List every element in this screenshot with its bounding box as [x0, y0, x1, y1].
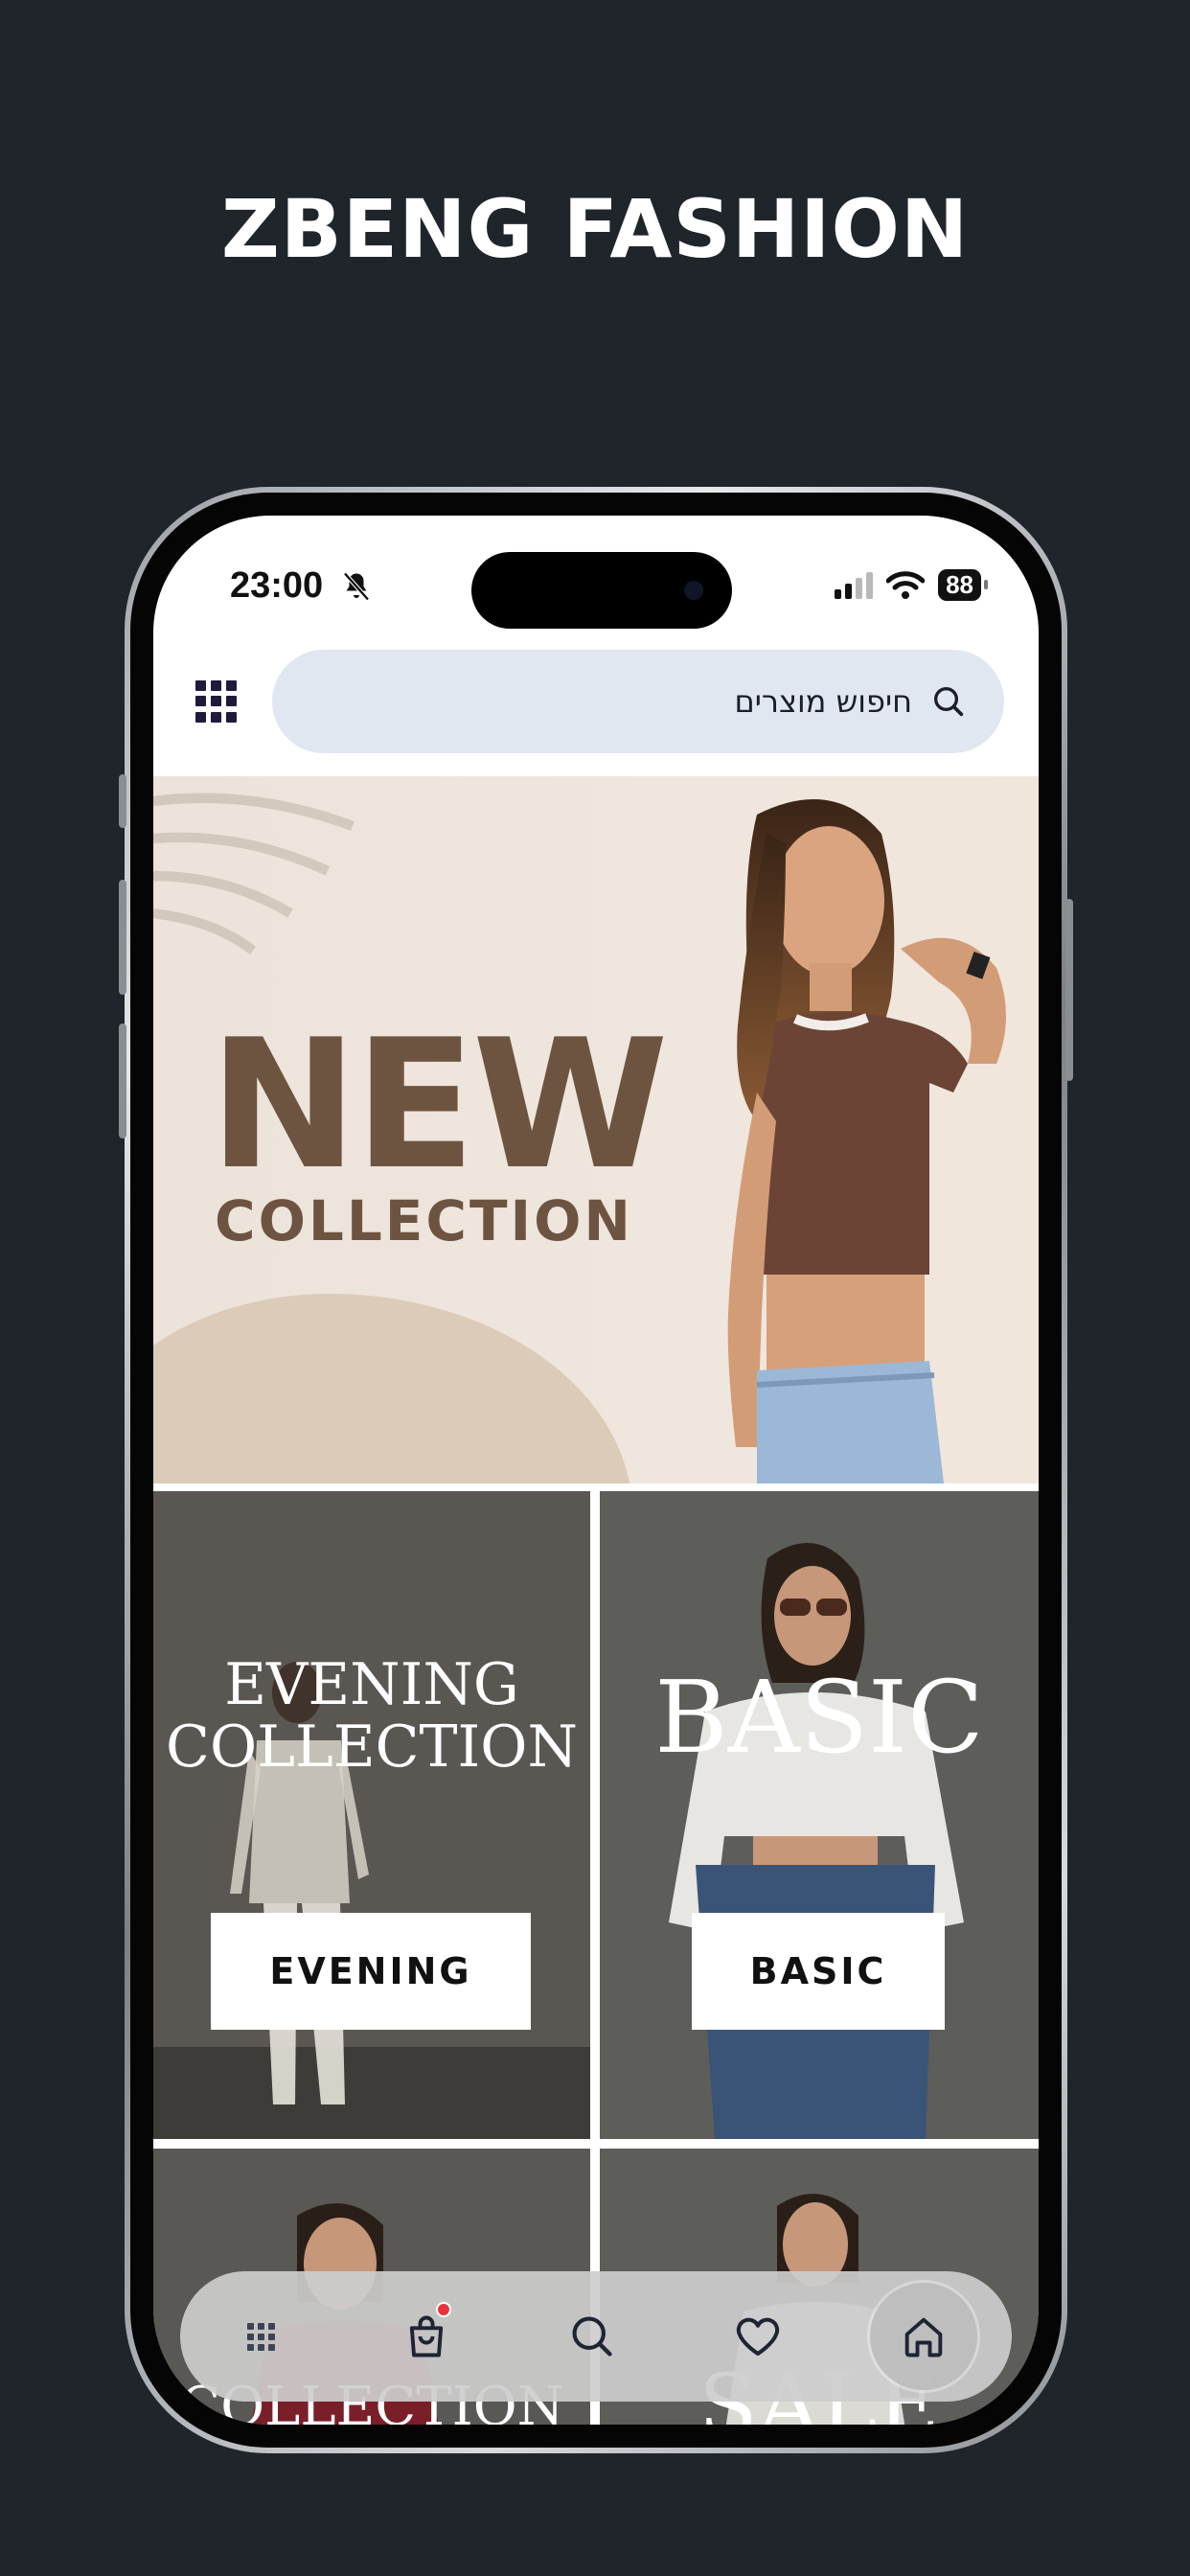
nav-cart[interactable]	[373, 2283, 480, 2390]
new-collection-banner[interactable]: NEW COLLECTION	[153, 776, 1039, 1484]
power-button	[1065, 899, 1073, 1081]
hero-headline: NEW	[209, 1000, 669, 1208]
volume-up-button	[119, 880, 126, 995]
search-input[interactable]	[625, 683, 912, 720]
silent-bell-icon	[343, 572, 370, 601]
evening-photo	[153, 1491, 590, 2139]
promo-title: ZBENG FASHION	[220, 182, 970, 276]
nav-search[interactable]	[538, 2283, 646, 2390]
menu-icon	[246, 2322, 275, 2351]
search-bar[interactable]	[272, 650, 1004, 753]
menu-grid-icon[interactable]	[195, 680, 238, 723]
cart-badge	[436, 2302, 451, 2317]
dynamic-island	[471, 552, 732, 629]
model-photo	[727, 799, 1006, 1484]
nav-home[interactable]	[870, 2283, 977, 2390]
heart-icon	[736, 2317, 780, 2357]
nav-menu[interactable]	[207, 2283, 314, 2390]
app-header	[153, 650, 1039, 776]
palm-leaf-shadow	[153, 793, 355, 955]
evening-title-line2: COLLECTION	[166, 1713, 578, 1781]
hero-subheadline: COLLECTION	[215, 1188, 633, 1254]
basic-photo	[600, 1491, 1039, 2139]
volume-down-button	[119, 1024, 126, 1138]
shopping-bag-icon	[409, 2315, 444, 2358]
evening-title-line1: EVENING	[224, 1651, 519, 1718]
app-screen: 23:00 88 חיפוש מוצרים NEW COLLECTION EVE…	[153, 516, 1039, 2425]
search-icon	[572, 2316, 612, 2357]
home-icon	[904, 2317, 943, 2358]
category-tile-evening[interactable]: EVENING COLLECTION EVENING	[153, 1491, 590, 2139]
cellular-signal-icon	[835, 571, 874, 599]
evening-button[interactable]: EVENING	[211, 1913, 531, 2030]
category-tile-basic[interactable]: BASIC BASIC	[600, 1491, 1039, 2139]
status-icons: 88	[835, 569, 988, 601]
search-icon[interactable]	[929, 682, 968, 721]
action-button	[119, 774, 126, 828]
wifi-icon	[886, 570, 926, 599]
evening-title: EVENING COLLECTION	[153, 1654, 590, 1779]
status-time: 23:00	[230, 565, 324, 606]
phone-frame: 23:00 88 חיפוש מוצרים NEW COLLECTION EVE…	[119, 487, 1073, 2453]
banner-decor-shape	[153, 1294, 632, 1484]
nav-favorites[interactable]	[704, 2283, 812, 2390]
basic-button[interactable]: BASIC	[692, 1913, 945, 2030]
battery-indicator: 88	[938, 569, 988, 601]
basic-title: BASIC	[654, 1659, 984, 1776]
bottom-nav	[180, 2271, 1012, 2402]
